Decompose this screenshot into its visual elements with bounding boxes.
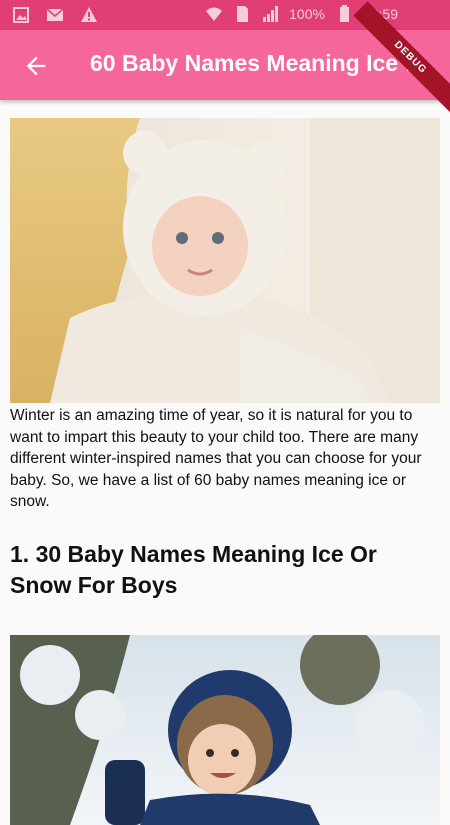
- battery-percent: 100%: [289, 6, 325, 22]
- hero-image-baby-in-winter-hood: [10, 118, 440, 403]
- intro-paragraph: Winter is an amazing time of year, so it…: [10, 407, 422, 510]
- wifi-icon: [206, 7, 223, 21]
- signal-icon: [263, 6, 279, 22]
- battery-icon: [339, 5, 349, 22]
- mail-icon: [46, 8, 64, 21]
- image-icon: [13, 7, 29, 23]
- page-title: 60 Baby Names Meaning Ice Or Snow: [90, 50, 430, 76]
- section-heading: 1. 30 Baby Names Meaning Ice Or Snow For…: [10, 540, 377, 598]
- status-notifications: [12, 6, 98, 24]
- image-baby-in-snow: [10, 634, 440, 825]
- arrow-left-icon[interactable]: [22, 52, 50, 80]
- article-content: Winter is an amazing time of year, so it…: [10, 118, 440, 825]
- sim-icon: [237, 6, 249, 22]
- app-bar: 60 Baby Names Meaning Ice Or Snow DEBUG: [0, 1, 450, 115]
- warning-icon: [81, 7, 97, 22]
